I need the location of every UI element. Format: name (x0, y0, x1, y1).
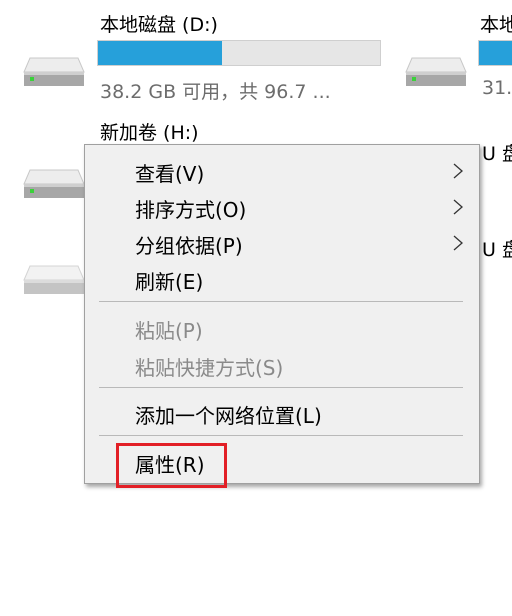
menu-item-label: 查看(V) (135, 162, 205, 186)
drive-lower-left[interactable] (0, 230, 85, 300)
menu-item-label: 排序方式(O) (135, 198, 247, 222)
menu-item-label: 粘贴(P) (135, 319, 203, 343)
menu-item-paste-shortcut[interactable]: 粘贴快捷方式(S) (85, 346, 479, 382)
usage-bar-fill (98, 41, 223, 65)
menu-item-refresh[interactable]: 刷新(E) (85, 260, 479, 296)
chevron-right-icon (453, 163, 463, 179)
hard-drive-icon (23, 265, 85, 294)
menu-item-label: 分组依据(P) (135, 234, 243, 258)
menu-item-label: 刷新(E) (135, 270, 204, 294)
hard-drive-icon (405, 57, 467, 86)
menu-item-label: 添加一个网络位置(L) (135, 404, 322, 428)
context-menu: 查看(V) 排序方式(O) 分组依据(P) 刷新(E) 粘贴(P) 粘贴快捷方式… (84, 144, 480, 484)
drive-local-right[interactable]: 本地 31. (400, 0, 512, 110)
menu-item-group-by[interactable]: 分组依据(P) (85, 224, 479, 260)
menu-separator (99, 387, 463, 388)
menu-item-add-network-location[interactable]: 添加一个网络位置(L) (85, 394, 479, 430)
drive-title: 新加卷 (H:) (100, 122, 199, 144)
drive-title-u1[interactable]: U 盘 (482, 139, 512, 166)
drive-space-text: 38.2 GB 可用，共 96.7 ... (100, 81, 331, 103)
hard-drive-icon (23, 169, 85, 198)
properties-highlight-box (116, 443, 227, 488)
drive-space-text: 31. (482, 77, 512, 99)
drive-d[interactable]: 本地磁盘 (D:) 38.2 GB 可用，共 96.7 ... (0, 0, 400, 110)
menu-item-view[interactable]: 查看(V) (85, 152, 479, 188)
menu-item-sort[interactable]: 排序方式(O) (85, 188, 479, 224)
usage-bar (97, 40, 381, 66)
drive-title: 本地磁盘 (D:) (100, 14, 218, 36)
menu-separator (99, 435, 463, 436)
chevron-right-icon (453, 199, 463, 215)
usage-bar-fill (479, 41, 512, 65)
menu-separator (99, 301, 463, 302)
drive-title-u2[interactable]: U 盘 (482, 235, 512, 262)
menu-item-label: 粘贴快捷方式(S) (135, 356, 284, 380)
chevron-right-icon (453, 235, 463, 251)
menu-item-paste[interactable]: 粘贴(P) (85, 309, 479, 345)
drive-title: 本地 (480, 14, 512, 36)
usage-bar (478, 40, 512, 66)
hard-drive-icon (23, 57, 85, 86)
